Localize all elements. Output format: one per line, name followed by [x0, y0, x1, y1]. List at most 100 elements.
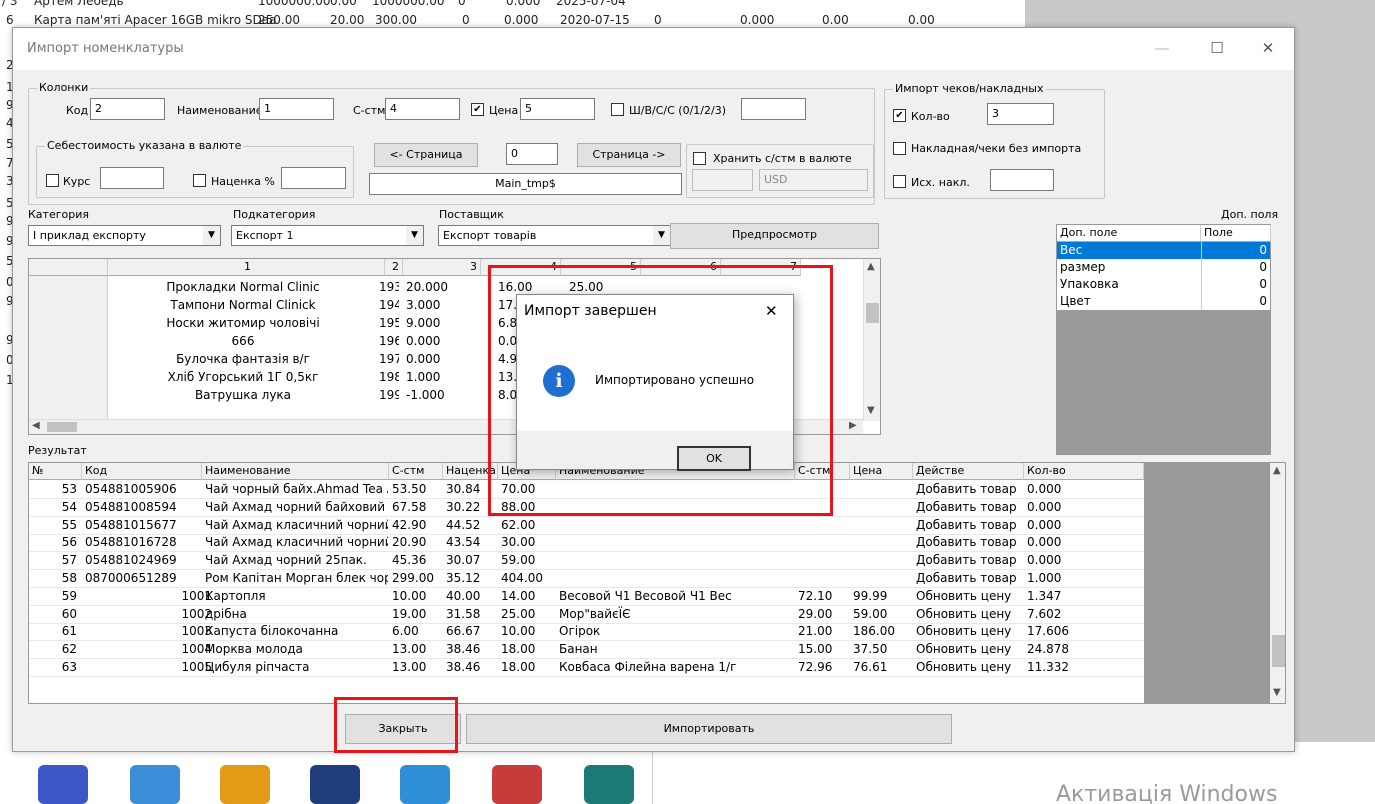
table-row[interactable]: 62 1004 Морква молода 13.00 38.46 18.00 Банан 1… [29, 641, 1144, 660]
extra-row[interactable]: размер 0 [1057, 259, 1270, 276]
table-row[interactable]: 60 1002 дрiбна 19.00 31.58 25.00 Мор"вайєЇЄ 29.… [29, 606, 1144, 624]
table-cell: 38.46 [446, 660, 481, 674]
next-page-button[interactable]: Страница -> [577, 143, 681, 167]
page-number-input[interactable]: 0 [506, 143, 558, 165]
result-col-action[interactable]: Действе [913, 463, 1024, 480]
extra-col-value[interactable]: Поле [1201, 225, 1271, 242]
barcode-input[interactable] [741, 98, 806, 120]
result-col-name[interactable]: Наименование [202, 463, 389, 480]
table-row[interactable]: 58 087000651289 Ром Капiтан Морган блек чо… [29, 570, 1144, 588]
minimize-icon[interactable]: — [1148, 36, 1176, 60]
preview-cell: 0.000 [406, 334, 441, 348]
extra-row[interactable]: Цвет 0 [1057, 293, 1270, 310]
qty-checkbox[interactable]: ✔ [893, 109, 906, 122]
table-cell: Добавить товар [916, 553, 1017, 568]
table-cell [798, 534, 849, 551]
table-row[interactable]: 56 054881016728 Чай Ахмад класичний чорний… [29, 534, 1144, 553]
price-checkbox[interactable]: ✔ [471, 103, 484, 116]
info-app-icon[interactable] [130, 765, 180, 804]
result-col-qty[interactable]: Кол-во [1024, 463, 1144, 480]
scroll-thumb[interactable] [866, 303, 879, 323]
table-cell: 42.90 [392, 517, 427, 532]
table-cell: 59.00 [853, 606, 888, 621]
chevron-down-icon[interactable]: ▼ [867, 405, 875, 416]
rate-input[interactable] [100, 167, 164, 189]
preview-col-3[interactable]: 3 [403, 259, 481, 276]
table-cell: Добавить товар [916, 517, 1017, 532]
markup-checkbox[interactable] [193, 174, 206, 187]
preview-row-header-column [29, 276, 108, 422]
table-row[interactable]: 61 1003 Капуста бiлокочанна 6.00 66.67 10.00 О… [29, 623, 1144, 642]
category-select[interactable]: I приклад експорту ▼ [28, 225, 221, 246]
cost-input[interactable]: 4 [385, 98, 460, 120]
files-app-icon[interactable] [400, 765, 450, 804]
store-currency-checkbox[interactable] [693, 152, 706, 165]
currency-code-input[interactable]: USD [759, 169, 868, 191]
result-col-price2[interactable]: Цена [850, 463, 913, 480]
table-cell: 58 [61, 571, 77, 585]
close-icon[interactable]: ✕ [1254, 36, 1282, 60]
background-row: / 3 Артем Лебедь 1000000.00 0.00 1000000… [2, 0, 626, 8]
currency-value-input[interactable] [692, 169, 753, 191]
calendar-app-icon[interactable] [492, 765, 542, 804]
money-app-icon[interactable] [220, 765, 270, 804]
refresh-app-icon[interactable] [584, 765, 634, 804]
table-row[interactable]: 63 1005 Цибуля рiпчаста 13.00 38.46 18.00 Ковб… [29, 659, 1144, 677]
user-app-icon[interactable] [38, 765, 88, 804]
price-input[interactable]: 5 [520, 98, 595, 120]
import-button[interactable]: Импортировать [466, 714, 952, 744]
document-app-icon[interactable] [310, 765, 360, 804]
table-cell: 054881024969 [85, 553, 177, 568]
result-col-code[interactable]: Код [82, 463, 202, 480]
extra-row-value: 0 [1259, 277, 1267, 291]
sheet-name-field[interactable]: Main_tmp$ [369, 173, 682, 195]
extra-row[interactable]: Упаковка 0 [1057, 276, 1270, 293]
table-cell: 99.99 [853, 588, 888, 603]
chevron-left-icon[interactable]: ◀ [32, 420, 40, 431]
extra-col-field[interactable]: Доп. поле [1057, 225, 1201, 242]
table-row[interactable]: 59 1001 Картопля 10.00 40.00 14.00 Весовой Ч1 … [29, 588, 1144, 606]
maximize-icon[interactable]: ☐ [1203, 36, 1231, 60]
table-cell: 10.00 [392, 588, 427, 603]
chevron-right-icon[interactable]: ▶ [849, 420, 857, 431]
chevron-up-icon[interactable]: ▲ [1273, 465, 1281, 476]
table-cell: 0.000 [1027, 517, 1062, 532]
name-input[interactable]: 1 [259, 98, 334, 120]
preview-col-1[interactable]: 1 [108, 259, 385, 276]
source-invoice-checkbox[interactable] [893, 175, 906, 188]
result-col-no[interactable]: № [29, 463, 82, 480]
extra-row[interactable]: Вес 0 [1057, 242, 1270, 259]
preview-button[interactable]: Предпросмотр [670, 223, 879, 249]
table-cell: 44.52 [446, 517, 481, 532]
windows-activation-watermark: Активація Windows [1056, 782, 1278, 804]
supplier-select[interactable]: Експорт товарiв ▼ [438, 225, 671, 246]
prev-page-button[interactable]: <- Страница [374, 143, 478, 167]
result-vscrollbar[interactable]: ▲ ▼ [1270, 463, 1285, 703]
table-cell: Чай Ахмад чорний байховий лис [205, 499, 388, 514]
no-import-checkbox[interactable] [893, 142, 906, 155]
preview-vscrollbar[interactable]: ▲ ▼ [863, 259, 880, 421]
source-invoice-input[interactable] [990, 169, 1054, 191]
taskbar-separator [652, 752, 653, 804]
markup-input[interactable] [281, 167, 346, 189]
scroll-thumb[interactable] [1272, 635, 1285, 667]
table-cell [853, 481, 912, 498]
barcode-checkbox[interactable] [611, 103, 624, 116]
table-row[interactable]: 55 054881015677 Чай Ахмад класичний чорний… [29, 517, 1144, 535]
preview-col-2[interactable]: 2 [385, 259, 403, 276]
chevron-down-icon[interactable]: ▼ [1273, 687, 1281, 698]
rate-checkbox[interactable] [46, 174, 59, 187]
chevron-up-icon[interactable]: ▲ [867, 261, 875, 272]
qty-input[interactable]: 3 [987, 103, 1054, 125]
table-cell: 25.00 [501, 606, 536, 621]
result-col-cost[interactable]: С-стм [389, 463, 443, 480]
table-cell: 0.000 [1027, 482, 1062, 496]
table-cell: 054881005906 [85, 482, 177, 496]
table-cell: 62.00 [501, 517, 536, 532]
table-cell: 29.00 [798, 606, 833, 621]
table-row[interactable]: 57 054881024969 Чай Ахмад чорний 25пак. 45.… [29, 552, 1144, 571]
subcategory-select[interactable]: Експорт 1 ▼ [231, 225, 424, 246]
code-input[interactable]: 2 [90, 98, 165, 120]
hscroll-thumb[interactable] [47, 422, 77, 432]
table-cell: 6.00 [392, 624, 419, 639]
